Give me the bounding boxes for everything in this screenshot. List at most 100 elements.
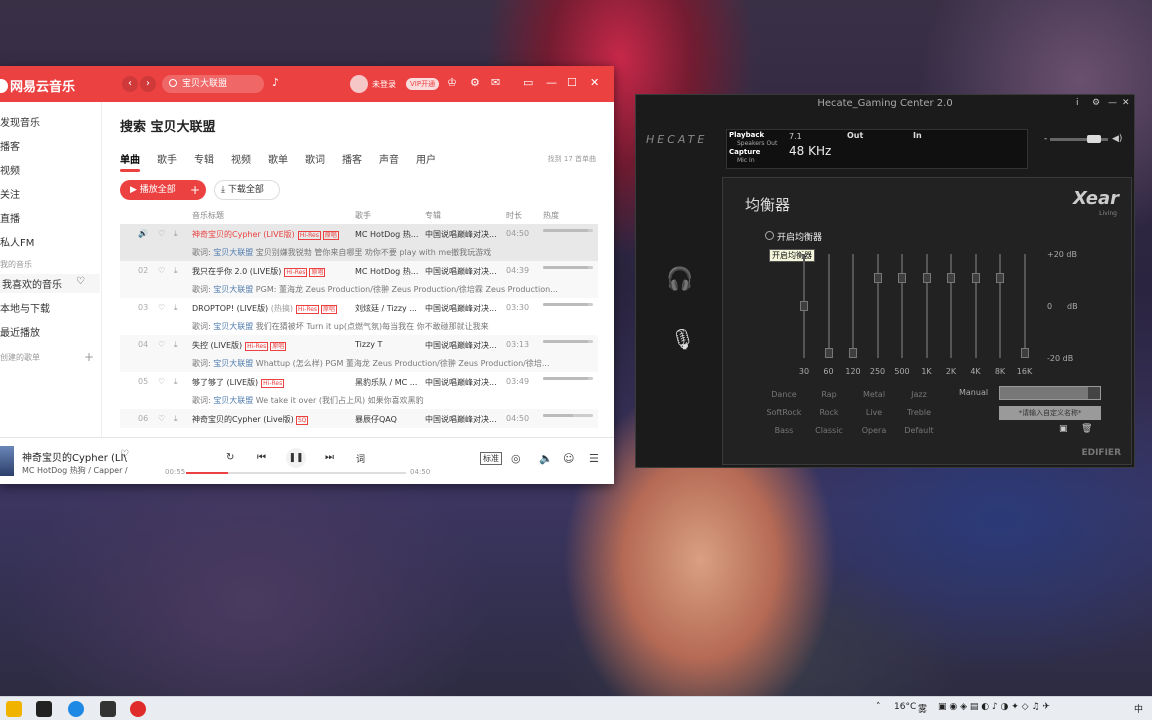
sidebar-item-liked[interactable]: 我喜欢的音乐 ♡ [0, 274, 100, 293]
tab-playlists[interactable]: 歌单 [268, 151, 288, 166]
sidebar-item-podcast[interactable]: 播客 [0, 138, 20, 153]
table-row[interactable]: 05 ♡ ⤓ 够了够了 (LIVE版) Hi-Res 黑豹乐队 / MC ... 中国说唱巅… [120, 372, 598, 391]
tab-songs[interactable]: 单曲 [120, 151, 140, 172]
col-album[interactable]: 专辑 [425, 210, 441, 221]
eq-knob[interactable] [922, 272, 931, 283]
weather-temp[interactable]: 16°C [894, 702, 916, 712]
login-link[interactable]: 未登录 [372, 79, 396, 90]
search-input[interactable]: 宝贝大联盟 [162, 75, 264, 93]
song-title[interactable]: 失控 (LIVE版) Hi-Res 原唱 [192, 340, 287, 351]
store-icon[interactable] [36, 701, 52, 717]
minimize-icon[interactable]: — [546, 76, 557, 89]
maximize-icon[interactable]: ☐ [567, 76, 577, 89]
col-artist[interactable]: 歌手 [355, 210, 371, 221]
eq-knob[interactable] [971, 272, 980, 283]
song-artist[interactable]: 暴辰仔QAQ [355, 414, 421, 425]
sidebar-item-follow[interactable]: 关注 [0, 186, 20, 201]
tab-podcasts[interactable]: 播客 [342, 151, 362, 166]
eq-knob[interactable] [849, 348, 857, 358]
preset-default[interactable]: Default [894, 426, 944, 435]
table-row[interactable]: 03 ♡ ⤓ DROPTOP! (LIVE版) (热搞) Hi-Res 原唱 刘炫廷 / T… [120, 298, 598, 317]
now-playing-title[interactable]: 神奇宝贝的Cypher (LI\ [22, 449, 127, 464]
now-playing-artist[interactable]: MC HotDog 热狗 / Capper / [22, 465, 128, 476]
eq-knob[interactable] [800, 301, 808, 311]
lyric-snippet[interactable]: 歌词: 宝贝大联盟 PGM: 董海龙 Zeus Production/徐翀 Ze… [120, 280, 598, 298]
sidebar-item-video[interactable]: 视频 [0, 162, 20, 177]
download-icon[interactable]: ⤓ [174, 340, 178, 350]
preset-jazz[interactable]: Jazz [894, 390, 944, 399]
play-all-button[interactable]: ▶ 播放全部 + [120, 180, 206, 200]
minimize-icon[interactable]: — [1108, 98, 1117, 108]
eq-knob[interactable] [1020, 348, 1029, 358]
preset-softrock[interactable]: SoftRock [759, 408, 809, 417]
preset-opera[interactable]: Opera [849, 426, 899, 435]
save-icon[interactable]: ▣ [1059, 424, 1068, 434]
table-row[interactable]: 06 ♡ ⤓ 神奇宝贝的Cypher (Live版) SQ 暴辰仔QAQ 中国说唱巅峰对决.… [120, 409, 598, 428]
speaker-icon[interactable]: ◀) [1112, 134, 1122, 144]
table-row[interactable]: 🔊 ♡ ⤓ 神奇宝贝的Cypher (LIVE版) Hi-Res 原唱 MC HotDog … [120, 224, 598, 243]
next-icon[interactable]: ⏭ [325, 452, 334, 463]
table-row[interactable]: 04 ♡ ⤓ 失控 (LIVE版) Hi-Res 原唱 Tizzy T 中国说唱巅峰对决...… [120, 335, 598, 354]
progress-bar[interactable] [186, 472, 406, 474]
file-explorer-icon[interactable] [6, 701, 22, 717]
eq-slider-1K[interactable] [922, 254, 931, 358]
ime-indicator[interactable]: 中 [1134, 702, 1143, 715]
col-title[interactable]: 音乐标题 [192, 210, 224, 221]
download-all-button[interactable]: ⤓ 下载全部 [214, 180, 280, 200]
like-icon[interactable]: ♡ [158, 414, 165, 423]
info-icon[interactable]: i [1076, 98, 1079, 108]
custom-name-input[interactable]: *请输入自定义名称* [999, 406, 1101, 420]
sidebar-item-discover[interactable]: 发现音乐 [0, 114, 40, 129]
headphones-icon[interactable]: 🎧 [666, 267, 693, 292]
heartbeat-icon[interactable]: ♡ [76, 276, 85, 287]
vip-badge[interactable]: VIP开通 [406, 78, 440, 90]
song-title[interactable]: 神奇宝贝的Cypher (Live版) SQ [192, 414, 309, 425]
song-title[interactable]: DROPTOP! (LIVE版) (热搞) Hi-Res 原唱 [192, 303, 338, 314]
tab-users[interactable]: 用户 [416, 151, 436, 166]
mail-icon[interactable]: ✉ [491, 76, 500, 89]
section-created-playlists[interactable]: 创建的歌单 [0, 352, 40, 363]
lyric-snippet[interactable]: 歌词: 宝贝大联盟 我们在猜被坏 Turn it up(点燃气氛)每当我在 你不… [120, 317, 598, 335]
close-icon[interactable]: ✕ [590, 76, 599, 89]
preset-rock[interactable]: Rock [804, 408, 854, 417]
sidebar-item-local[interactable]: 本地与下载 [0, 300, 50, 315]
song-title[interactable]: 我只在乎你 2.0 (LIVE版) Hi-Res 原唱 [192, 266, 326, 277]
skin-icon[interactable]: ♔ [447, 76, 457, 89]
tray-icons[interactable]: ▣ ◉ ◈ ▤ ◐ ♪ ◑ ✦ ◇ ♫ ✈ [938, 702, 1050, 712]
enable-eq-checkbox[interactable] [765, 231, 774, 240]
like-icon[interactable]: ♡ [158, 303, 165, 312]
preset-select[interactable] [999, 386, 1101, 400]
eq-knob[interactable] [824, 348, 833, 358]
download-icon[interactable]: ⤓ [174, 303, 178, 313]
sidebar-item-fm[interactable]: 私人FM [0, 234, 34, 249]
col-hot[interactable]: 热度 [543, 210, 559, 221]
tab-albums[interactable]: 专辑 [194, 151, 214, 166]
download-icon[interactable]: ⤓ [174, 377, 178, 387]
loop-icon[interactable]: ↻ [226, 452, 234, 463]
download-icon[interactable]: ⤓ [174, 266, 178, 276]
eq-knob[interactable] [898, 272, 906, 283]
eq-slider-30[interactable] [800, 254, 808, 358]
like-icon[interactable]: ♡ [158, 377, 165, 386]
eq-slider-120[interactable] [849, 254, 857, 358]
settings-icon[interactable]: ⚙ [1092, 98, 1100, 108]
eq-slider-250[interactable] [873, 254, 882, 358]
sound-effect-icon[interactable]: ◎ [511, 452, 521, 465]
prev-icon[interactable]: ⏮ [257, 452, 266, 463]
playlist-icon[interactable]: ☰ [589, 452, 599, 465]
eq-slider-4K[interactable] [971, 254, 980, 358]
download-icon[interactable]: ⤓ [174, 229, 178, 239]
song-artist[interactable]: 黑豹乐队 / MC ... [355, 377, 421, 388]
edge-icon[interactable] [68, 701, 84, 717]
mini-mode-icon[interactable]: ▭ [523, 76, 533, 89]
like-icon[interactable]: ♡ [158, 340, 165, 349]
download-icon[interactable]: ⤓ [174, 414, 178, 424]
volume-knob[interactable] [1087, 135, 1102, 143]
delete-icon[interactable]: 🗑 [1081, 424, 1092, 434]
eq-slider-2K[interactable] [947, 254, 955, 358]
song-artist[interactable]: Tizzy T [355, 340, 421, 349]
song-album[interactable]: 中国说唱巅峰对决... [425, 340, 501, 351]
preset-rap[interactable]: Rap [804, 390, 854, 399]
eq-knob[interactable] [996, 272, 1004, 283]
app-logo[interactable]: 网易云音乐 [0, 76, 75, 95]
